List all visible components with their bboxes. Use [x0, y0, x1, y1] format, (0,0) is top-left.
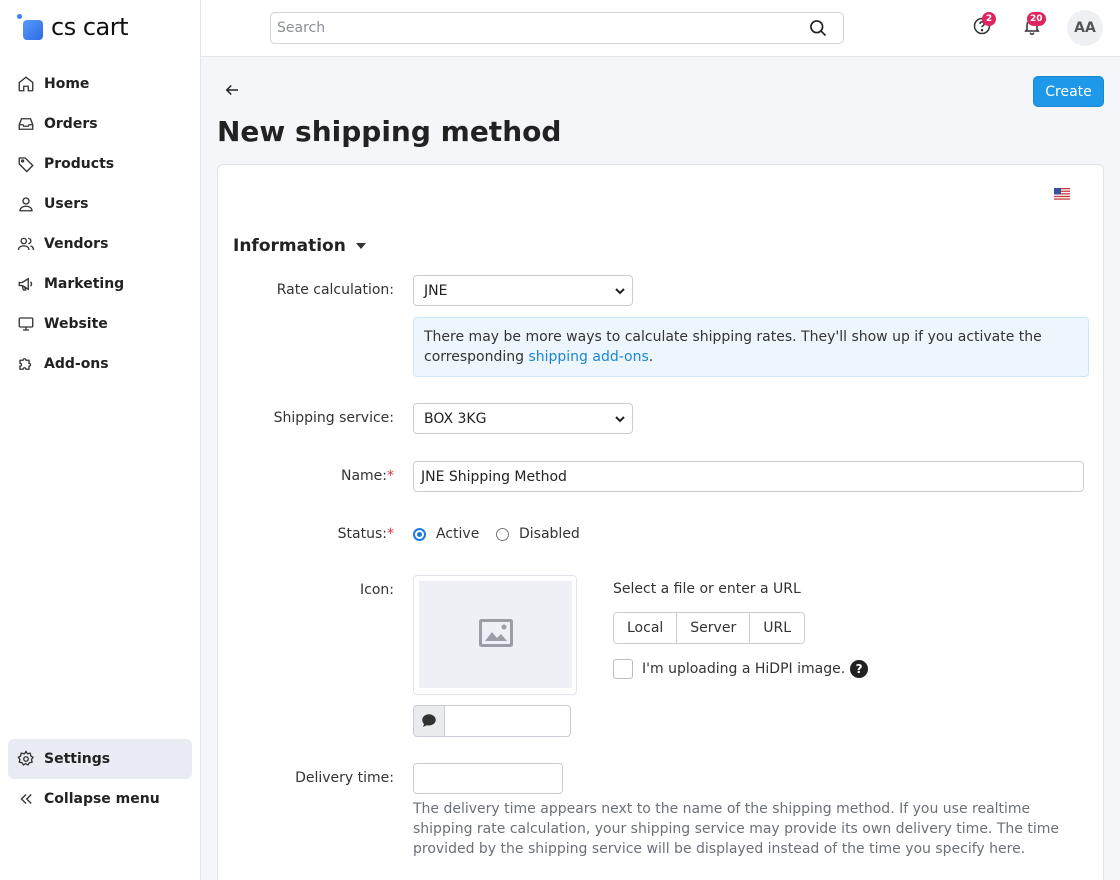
- logo-mark-icon: [17, 14, 43, 40]
- search-icon[interactable]: [807, 17, 829, 39]
- hidpi-label: I'm uploading a HiDPI image.: [642, 661, 846, 677]
- sidebar-item-vendors[interactable]: Vendors: [8, 224, 192, 264]
- shipping-service-select[interactable]: BOX 3KG: [413, 403, 633, 434]
- users-icon: [16, 234, 36, 254]
- alt-text-field[interactable]: [413, 705, 571, 737]
- collapse-menu-label: Collapse menu: [44, 791, 160, 807]
- logo-text: cs cart: [51, 13, 129, 41]
- hidpi-checkbox[interactable]: [613, 659, 633, 679]
- sidebar-item-label: Add-ons: [44, 356, 109, 372]
- main-content: New shipping method Create Information R…: [201, 57, 1120, 880]
- upload-source-group: Local Server URL: [613, 612, 805, 644]
- inbox-icon: [16, 114, 36, 134]
- sidebar-item-marketing[interactable]: Marketing: [8, 264, 192, 304]
- help-icon[interactable]: ?: [850, 660, 869, 678]
- monitor-icon: [16, 314, 36, 334]
- name-value: JNE Shipping Method: [421, 468, 567, 485]
- comment-icon: [414, 706, 445, 736]
- sidebar-item-label: Marketing: [44, 276, 125, 292]
- status-disabled-radio[interactable]: Disabled: [496, 526, 580, 542]
- avatar[interactable]: AA: [1067, 10, 1103, 46]
- icon-label: Icon:: [360, 582, 394, 598]
- sidebar-item-label: Settings: [44, 751, 111, 767]
- upload-local-button[interactable]: Local: [614, 613, 678, 643]
- sidebar-item-products[interactable]: Products: [8, 144, 192, 184]
- notifications-badge: 20: [1027, 12, 1046, 26]
- chevron-down-icon: [614, 285, 626, 301]
- info-notice: There may be more ways to calculate ship…: [413, 317, 1089, 377]
- radio-circle: [496, 527, 509, 541]
- info-text: There may be more ways to calculate ship…: [424, 329, 1042, 365]
- us-flag-icon[interactable]: [1054, 188, 1070, 200]
- sidebar-item-label: Orders: [44, 116, 98, 132]
- sidebar-item-label: Users: [44, 196, 89, 212]
- collapse-menu-button[interactable]: Collapse menu: [8, 779, 192, 819]
- sidebar-item-orders[interactable]: Orders: [8, 104, 192, 144]
- logo[interactable]: cs cart: [17, 12, 129, 42]
- sidebar-item-label: Home: [44, 76, 90, 92]
- name-label-text: Name:: [340, 468, 387, 484]
- delivery-time-hint: The delivery time appears next to the na…: [413, 801, 1059, 857]
- required-marker: *: [387, 526, 394, 542]
- image-placeholder: [419, 581, 572, 688]
- help-button[interactable]: 2: [968, 12, 996, 42]
- tag-icon: [16, 154, 36, 174]
- upload-server-button[interactable]: Server: [677, 613, 751, 643]
- sidebar-bottom: Settings Collapse menu: [8, 739, 192, 819]
- back-button[interactable]: [221, 81, 243, 103]
- create-button[interactable]: Create: [1033, 76, 1104, 107]
- chevrons-left-icon: [16, 789, 36, 809]
- section-title: Information: [233, 236, 346, 256]
- shipping-service-label: Shipping service:: [273, 410, 394, 426]
- shipping-service-value: BOX 3KG: [424, 410, 487, 427]
- form-panel: Information Rate calculation: JNE There …: [217, 164, 1104, 880]
- radio-circle: [413, 527, 426, 541]
- user-icon: [16, 194, 36, 214]
- name-label: Name:*: [218, 468, 394, 484]
- chevron-down-icon: [614, 413, 626, 429]
- hidpi-row: I'm uploading a HiDPI image. ?: [613, 659, 869, 679]
- puzzle-icon: [16, 354, 36, 374]
- page-title: New shipping method: [217, 115, 562, 148]
- rate-calculation-label: Rate calculation:: [276, 282, 394, 298]
- search-input[interactable]: [271, 13, 807, 43]
- sidebar-item-label: Website: [44, 316, 108, 332]
- delivery-time-label: Delivery time:: [295, 770, 394, 786]
- arrow-left-icon: [223, 81, 241, 103]
- notifications-button[interactable]: 20: [1018, 12, 1046, 42]
- megaphone-icon: [16, 274, 36, 294]
- help-badge: 2: [982, 12, 996, 26]
- status-label: Status:*: [218, 526, 394, 542]
- delivery-time-input[interactable]: [413, 763, 563, 794]
- image-icon: [478, 618, 513, 651]
- rate-calculation-select[interactable]: JNE: [413, 275, 633, 306]
- upload-title: Select a file or enter a URL: [613, 581, 801, 597]
- caret-down-icon: [355, 243, 366, 249]
- sidebar-item-label: Vendors: [44, 236, 109, 252]
- gear-icon: [16, 749, 36, 769]
- sidebar-item-addons[interactable]: Add-ons: [8, 344, 192, 384]
- sidebar-item-users[interactable]: Users: [8, 184, 192, 224]
- home-icon: [16, 74, 36, 94]
- top-bar: 2 20 AA: [201, 0, 1120, 57]
- section-toggle-information[interactable]: Information: [233, 236, 366, 256]
- status-disabled-label: Disabled: [519, 526, 580, 542]
- sidebar-nav: Home Orders Products Users Vendors Marke…: [8, 64, 192, 384]
- upload-url-button[interactable]: URL: [750, 613, 804, 643]
- status-label-text: Status:: [337, 526, 387, 542]
- name-input[interactable]: JNE Shipping Method: [413, 461, 1084, 492]
- sidebar-item-website[interactable]: Website: [8, 304, 192, 344]
- status-active-radio[interactable]: Active: [413, 526, 479, 542]
- sidebar-item-home[interactable]: Home: [8, 64, 192, 104]
- info-text-end: .: [648, 349, 654, 365]
- rate-calculation-value: JNE: [424, 282, 448, 299]
- shipping-addons-link[interactable]: shipping add-ons: [528, 349, 648, 365]
- sidebar-item-label: Products: [44, 156, 115, 172]
- required-marker: *: [387, 468, 394, 484]
- image-preview: [413, 575, 577, 695]
- search-box: [270, 12, 844, 44]
- sidebar: cs cart Home Orders Products Users Vendo…: [0, 0, 201, 880]
- sidebar-item-settings[interactable]: Settings: [8, 739, 192, 779]
- status-active-label: Active: [436, 526, 480, 542]
